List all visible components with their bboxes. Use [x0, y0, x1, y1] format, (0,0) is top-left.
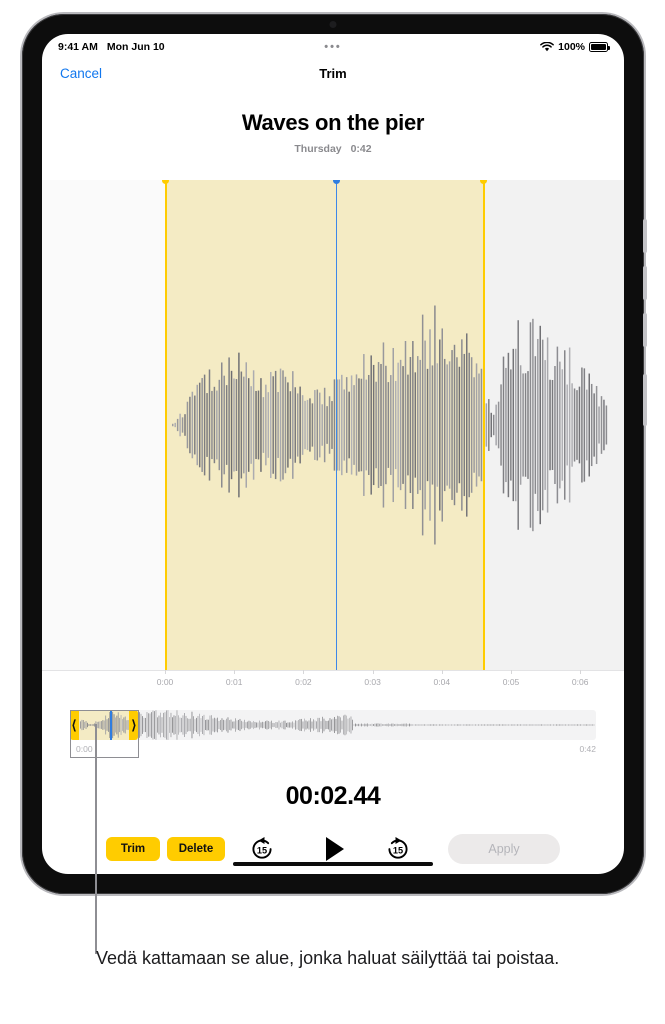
annotation-callout-box: [70, 710, 139, 758]
playback-controls: Trim Delete 15 15 Apply: [42, 834, 624, 874]
nav-bar: Cancel Trim: [42, 60, 624, 94]
ruler-tick: [303, 670, 305, 674]
play-button[interactable]: [319, 834, 349, 864]
status-bar-right: 100%: [540, 41, 610, 53]
annotation-caption: Vedä kattamaan se alue, jonka haluat säi…: [96, 948, 560, 968]
scrubber-waveform: [112, 710, 595, 740]
waveform-panel[interactable]: [42, 180, 624, 670]
status-date: Mon Jun 10: [106, 41, 165, 53]
status-time: 9:41 AM: [58, 41, 98, 53]
ruler-label: 0:00: [156, 677, 174, 687]
scrubber-end-time: 0:42: [579, 744, 596, 754]
recording-title: Waves on the pier: [241, 110, 425, 135]
ruler-tick: [511, 670, 512, 674]
skip-back-label: 15: [257, 845, 267, 855]
annotation-leader-line: [95, 724, 97, 954]
volume-button[interactable]: [643, 266, 647, 300]
home-indicator[interactable]: [233, 861, 433, 866]
recording-day: Thursday: [294, 143, 342, 155]
scrubber-track[interactable]: [70, 710, 596, 740]
volume-button[interactable]: [643, 219, 647, 253]
volume-button[interactable]: [643, 313, 647, 347]
recording-duration: 0:42: [350, 143, 372, 155]
power-button[interactable]: [643, 374, 647, 426]
status-bar: 9:41 AM Mon Jun 10 ••• 100%: [42, 34, 624, 60]
ruler-tick: [580, 670, 582, 674]
wifi-icon: [540, 42, 554, 52]
ruler-tick: [372, 670, 374, 674]
trim-button[interactable]: Trim: [106, 837, 160, 861]
page-title: Trim: [319, 66, 347, 81]
skip-forward-label: 15: [393, 845, 403, 855]
ruler-label: 0:06: [571, 677, 589, 687]
waveform-graphic: [172, 305, 608, 545]
battery-icon: [589, 42, 610, 52]
ruler-tick: [234, 670, 236, 674]
multitask-dots-icon[interactable]: •••: [324, 42, 342, 53]
tablet-device-frame: 9:41 AM Mon Jun 10 ••• 100% Cancel Trim …: [22, 14, 647, 894]
delete-button[interactable]: Delete: [167, 837, 225, 861]
ruler-label: 0:05: [502, 677, 520, 687]
current-time-display: 00:02.44: [285, 782, 381, 810]
selection-handle-right[interactable]: [480, 180, 488, 670]
ruler-label: 0:01: [225, 677, 243, 687]
timeline-ruler: 0:00 0:01 0:02 0:03 0:04 0:05 0:06: [42, 670, 624, 700]
ruler-label: 0:02: [295, 677, 312, 687]
ruler-baseline: [42, 670, 624, 671]
battery-percent: 100%: [558, 41, 585, 53]
selection-handle-left[interactable]: [162, 180, 170, 670]
status-bar-left: 9:41 AM Mon Jun 10: [58, 41, 165, 53]
cancel-button[interactable]: Cancel: [60, 66, 102, 81]
ruler-label: 0:03: [364, 677, 381, 687]
recording-subtitle: Thursday 0:42: [42, 143, 624, 155]
device-screen: 9:41 AM Mon Jun 10 ••• 100% Cancel Trim …: [42, 34, 624, 874]
skip-back-15-icon[interactable]: 15: [248, 835, 276, 863]
apply-button[interactable]: Apply: [448, 834, 560, 864]
skip-forward-15-icon[interactable]: 15: [384, 835, 412, 863]
ruler-tick: [165, 670, 166, 674]
playhead[interactable]: [333, 180, 341, 670]
ruler-label: 0:04: [433, 677, 451, 687]
front-camera: [329, 21, 337, 28]
ruler-tick: [441, 670, 443, 674]
